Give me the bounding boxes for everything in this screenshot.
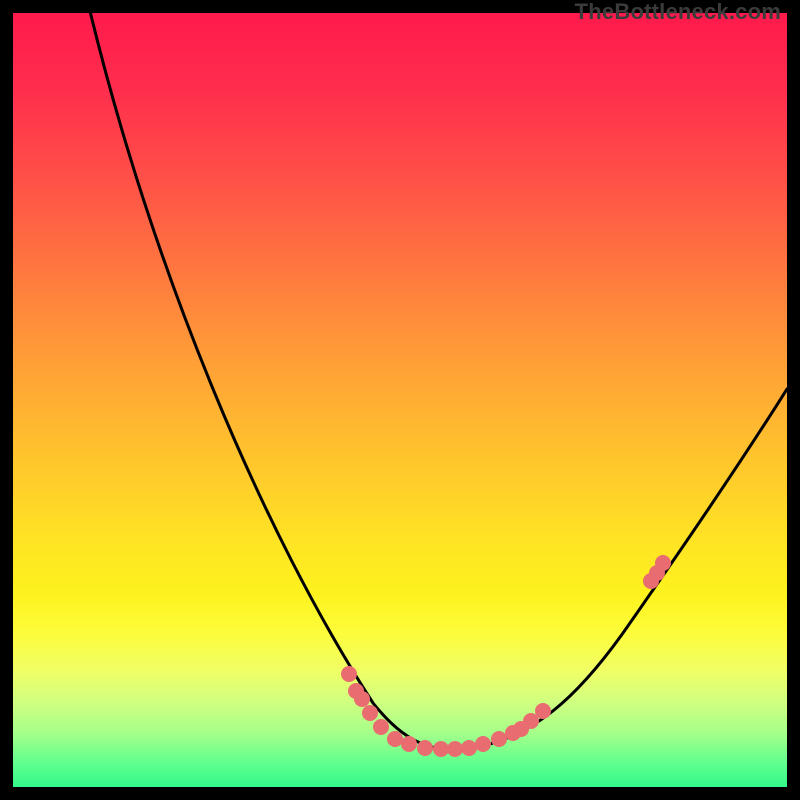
data-point <box>491 731 507 747</box>
bottleneck-curve <box>88 13 787 749</box>
data-point <box>535 703 551 719</box>
data-point <box>655 555 671 571</box>
data-point <box>461 740 477 756</box>
plot-area: TheBottleneck.com <box>13 13 787 787</box>
data-point <box>387 731 403 747</box>
data-point <box>417 740 433 756</box>
data-point <box>447 741 463 757</box>
data-points <box>341 555 671 757</box>
data-point <box>433 741 449 757</box>
data-point <box>373 719 389 735</box>
data-point <box>475 736 491 752</box>
data-point <box>362 705 378 721</box>
data-point <box>341 666 357 682</box>
chart-svg <box>13 13 787 787</box>
data-point <box>354 691 370 707</box>
data-point <box>401 736 417 752</box>
